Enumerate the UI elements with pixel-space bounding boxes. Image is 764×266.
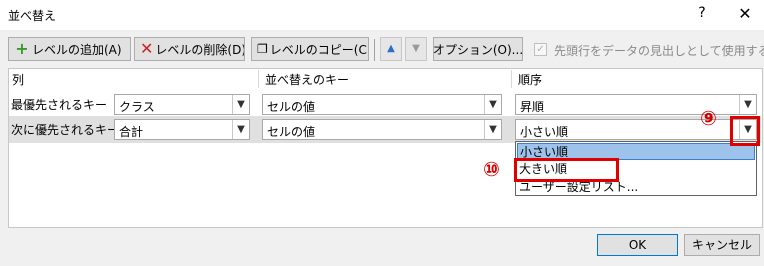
dialog-title: 並べ替え: [8, 9, 57, 23]
chevron-up-icon: ▲: [387, 43, 395, 54]
add-level-button[interactable]: + レベルの追加(A): [8, 37, 131, 61]
chevron-down-icon: ▼: [412, 43, 420, 54]
move-down-button[interactable]: ▼: [405, 37, 427, 61]
callout-10: ⑩: [483, 157, 500, 181]
delete-x-icon: ✕: [140, 39, 154, 58]
combo-value: セルの値: [267, 125, 316, 139]
column-combo-primary[interactable]: クラス ▼: [114, 94, 250, 115]
sort-on-combo-secondary[interactable]: セルの値 ▼: [262, 119, 502, 140]
copy-level-button[interactable]: ❐ レベルのコピー(C): [251, 37, 369, 61]
callout-9: ⑨: [700, 106, 717, 130]
plus-icon: +: [15, 39, 29, 58]
options-button[interactable]: オプション(O)...: [433, 37, 523, 61]
column-separator: [511, 70, 512, 88]
help-button[interactable]: ?: [694, 5, 710, 25]
copy-icon: ❐: [257, 42, 268, 56]
cancel-button[interactable]: キャンセル: [684, 234, 760, 256]
order-combo-primary[interactable]: 昇順 ▼: [515, 94, 757, 115]
copy-level-label: レベルのコピー(C): [269, 42, 369, 57]
ok-button[interactable]: OK: [597, 234, 678, 256]
sort-on-header: 並べ替えのキー: [265, 73, 350, 87]
title-bar: 並べ替え ? ✕: [0, 0, 764, 30]
column-header: 列: [12, 73, 25, 87]
close-button[interactable]: ✕: [736, 4, 754, 24]
combo-value: 小さい順: [520, 125, 569, 139]
combo-value: セルの値: [267, 100, 316, 114]
chevron-down-icon[interactable]: ▼: [739, 95, 756, 114]
order-combo-secondary[interactable]: 小さい順 ▼: [515, 119, 757, 140]
order-header: 順序: [518, 73, 543, 87]
toolbar-separator: [374, 39, 375, 61]
row-label-secondary: 次に優先されるキー: [11, 123, 120, 137]
sort-on-combo-primary[interactable]: セルの値 ▼: [262, 94, 502, 115]
column-separator: [258, 70, 259, 88]
column-combo-secondary[interactable]: 合計 ▼: [114, 119, 250, 140]
header-row-checkbox[interactable]: ✓: [534, 43, 547, 56]
delete-level-button[interactable]: ✕ レベルの削除(D): [134, 37, 245, 61]
highlight-box-10: [514, 158, 619, 182]
row-label-primary: 最優先されるキー: [11, 98, 108, 112]
options-label: オプション(O)...: [433, 42, 523, 57]
combo-value: クラス: [119, 100, 155, 114]
move-up-button[interactable]: ▲: [380, 37, 402, 61]
add-level-label: レベルの追加(A): [32, 42, 122, 57]
combo-value: 合計: [119, 125, 144, 139]
header-row-checkbox-label: 先頭行をデータの見出しとして使用する(H): [554, 44, 764, 58]
chevron-down-icon[interactable]: ▼: [232, 95, 249, 114]
delete-level-label: レベルの削除(D): [155, 42, 245, 57]
chevron-down-icon[interactable]: ▼: [232, 120, 249, 139]
chevron-down-icon[interactable]: ▼: [484, 120, 501, 139]
combo-value: 昇順: [520, 100, 545, 114]
chevron-down-icon[interactable]: ▼: [484, 95, 501, 114]
highlight-box-9: [730, 116, 760, 146]
